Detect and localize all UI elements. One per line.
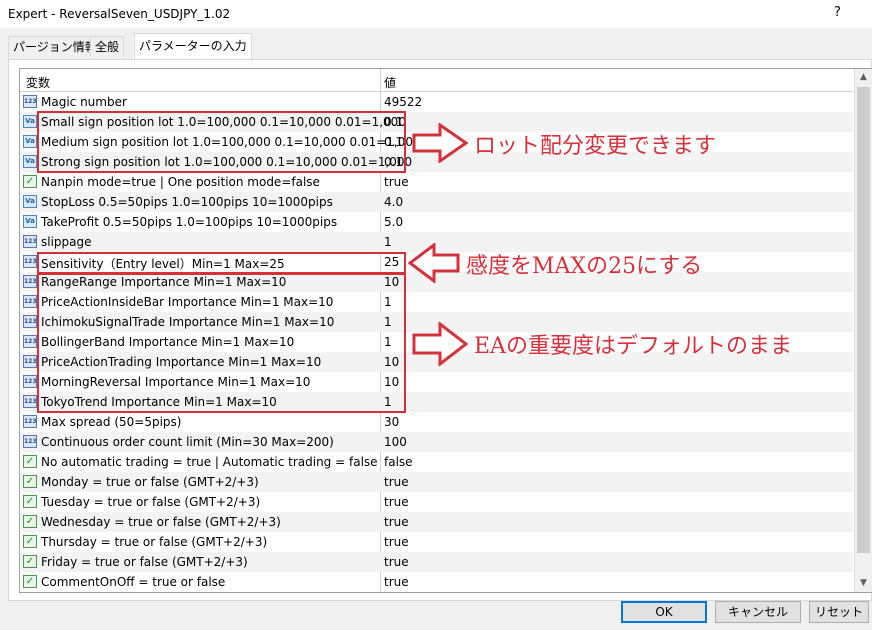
integer-type-icon: 123	[23, 295, 37, 308]
help-button[interactable]: ?	[834, 5, 841, 20]
table-row[interactable]: ✓ CommentOnOff = true or false true	[20, 572, 853, 592]
table-row[interactable]: ✓ Thursday = true or false (GMT+2/+3) true	[20, 532, 853, 552]
variable-name: Max spread (50=5pips)	[41, 415, 182, 429]
variable-value[interactable]: true	[384, 175, 409, 189]
variable-value[interactable]: 4.0	[384, 195, 403, 209]
integer-type-icon: 123	[23, 435, 37, 448]
table-row[interactable]: ✓ Friday = true or false (GMT+2/+3) true	[20, 552, 853, 572]
integer-type-icon: 123	[23, 415, 37, 428]
left-arrow-icon	[408, 243, 460, 283]
boolean-type-icon: ✓	[23, 495, 37, 508]
reset-button[interactable]: リセット	[809, 601, 869, 623]
variable-value[interactable]: true	[384, 475, 409, 489]
variable-value[interactable]: 100	[384, 435, 407, 449]
variable-value[interactable]: 30	[384, 415, 399, 429]
integer-type-icon: 123	[23, 335, 37, 348]
variable-value[interactable]: true	[384, 535, 409, 549]
integer-type-icon: 123	[23, 275, 37, 288]
tab-parameters[interactable]: パラメーターの入力	[134, 33, 252, 59]
table-row[interactable]: 123 Continuous order count limit (Min=30 …	[20, 432, 853, 452]
table-row[interactable]: ✓ No automatic trading = true | Automatic…	[20, 452, 853, 472]
table-row[interactable]: ✓ Nanpin mode=true | One position mode=fa…	[20, 172, 853, 192]
integer-type-icon: 123	[23, 395, 37, 408]
variable-value[interactable]: 49522	[384, 95, 422, 109]
double-type-icon: Va	[23, 195, 37, 208]
variable-value[interactable]: true	[384, 515, 409, 529]
table-row[interactable]: 123 Magic number 49522	[20, 92, 853, 112]
table-row[interactable]: ✓ Wednesday = true or false (GMT+2/+3) tru…	[20, 512, 853, 532]
scroll-up-arrow-icon[interactable]: ▲	[855, 69, 872, 86]
boolean-type-icon: ✓	[23, 515, 37, 528]
double-type-icon: Va	[23, 135, 37, 148]
integer-type-icon: 123	[23, 315, 37, 328]
variable-name: slippage	[41, 235, 92, 249]
lot-highlight-box	[37, 111, 406, 173]
variable-name: Continuous order count limit (Min=30 Max…	[41, 435, 334, 449]
boolean-type-icon: ✓	[23, 555, 37, 568]
variable-name: CommentOnOff = true or false	[41, 575, 226, 589]
tab-general[interactable]: 全般	[90, 36, 125, 57]
variable-value[interactable]: true	[384, 495, 409, 509]
boolean-type-icon: ✓	[23, 475, 37, 488]
boolean-type-icon: ✓	[23, 455, 37, 468]
variable-name: StopLoss 0.5=50pips 1.0=100pips 10=1000p…	[41, 195, 333, 209]
boolean-type-icon: ✓	[23, 535, 37, 548]
variable-name: Magic number	[41, 95, 127, 109]
variable-name: Monday = true or false (GMT+2/+3)	[41, 475, 259, 489]
variable-value[interactable]: true	[384, 575, 409, 589]
variable-name: No automatic trading = true | Automatic …	[41, 455, 378, 469]
integer-type-icon: 123	[23, 375, 37, 388]
importance-highlight-box	[37, 273, 406, 413]
variable-name: Thursday = true or false (GMT+2/+3)	[41, 535, 268, 549]
sensitivity-highlight-box	[37, 252, 406, 274]
table-row[interactable]: ✓ Tuesday = true or false (GMT+2/+3) true	[20, 492, 853, 512]
integer-type-icon: 123	[23, 355, 37, 368]
table-row[interactable]: ✓ Monday = true or false (GMT+2/+3) true	[20, 472, 853, 492]
importance-annotation: EAの重要度はデフォルトのまま	[474, 334, 792, 359]
table-row[interactable]: Va TakeProfit 0.5=50pips 1.0=100pips 10=1…	[20, 212, 853, 232]
grid-header: 変数 値	[20, 69, 853, 92]
table-row[interactable]: 123 Max spread (50=5pips) 30	[20, 412, 853, 432]
header-value[interactable]: 値	[384, 74, 396, 91]
variable-value[interactable]: false	[384, 455, 413, 469]
double-type-icon: Va	[23, 215, 37, 228]
integer-type-icon: 123	[23, 95, 37, 108]
integer-type-icon: 123	[23, 235, 37, 248]
variable-value[interactable]: 1	[384, 235, 392, 249]
boolean-type-icon: ✓	[23, 175, 37, 188]
ok-button[interactable]: OK	[621, 601, 707, 623]
right-arrow-icon	[412, 322, 468, 366]
cancel-button[interactable]: キャンセル	[715, 601, 801, 623]
vertical-scrollbar[interactable]: ▲ ▼	[854, 69, 872, 592]
window-title: Expert - ReversalSeven_USDJPY_1.02	[8, 7, 231, 21]
variable-name: TakeProfit 0.5=50pips 1.0=100pips 10=100…	[41, 215, 338, 229]
right-arrow-icon	[412, 123, 468, 163]
sensitivity-annotation: 感度をMAXの25にする	[466, 254, 703, 279]
double-type-icon: Va	[23, 155, 37, 168]
variable-name: Wednesday = true or false (GMT+2/+3)	[41, 515, 281, 529]
variable-name: Nanpin mode=true | One position mode=fal…	[41, 175, 320, 189]
tab-strip: パージョン情報 全般 パラメーターの入力	[0, 28, 872, 62]
scroll-down-arrow-icon[interactable]: ▼	[855, 575, 872, 592]
variable-value[interactable]: 5.0	[384, 215, 403, 229]
tab-version-info[interactable]: パージョン情報	[8, 36, 102, 57]
header-variable[interactable]: 変数	[26, 74, 50, 91]
variable-name: Tuesday = true or false (GMT+2/+3)	[41, 495, 261, 509]
variable-name: Friday = true or false (GMT+2/+3)	[41, 555, 248, 569]
variable-value[interactable]: true	[384, 555, 409, 569]
scroll-thumb[interactable]	[857, 87, 870, 553]
title-bar: Expert - ReversalSeven_USDJPY_1.02 ?	[0, 0, 872, 28]
integer-type-icon: 123	[23, 255, 37, 268]
double-type-icon: Va	[23, 115, 37, 128]
boolean-type-icon: ✓	[23, 575, 37, 588]
table-row[interactable]: Va StopLoss 0.5=50pips 1.0=100pips 10=100…	[20, 192, 853, 212]
lot-annotation: ロット配分変更できます	[474, 134, 717, 159]
